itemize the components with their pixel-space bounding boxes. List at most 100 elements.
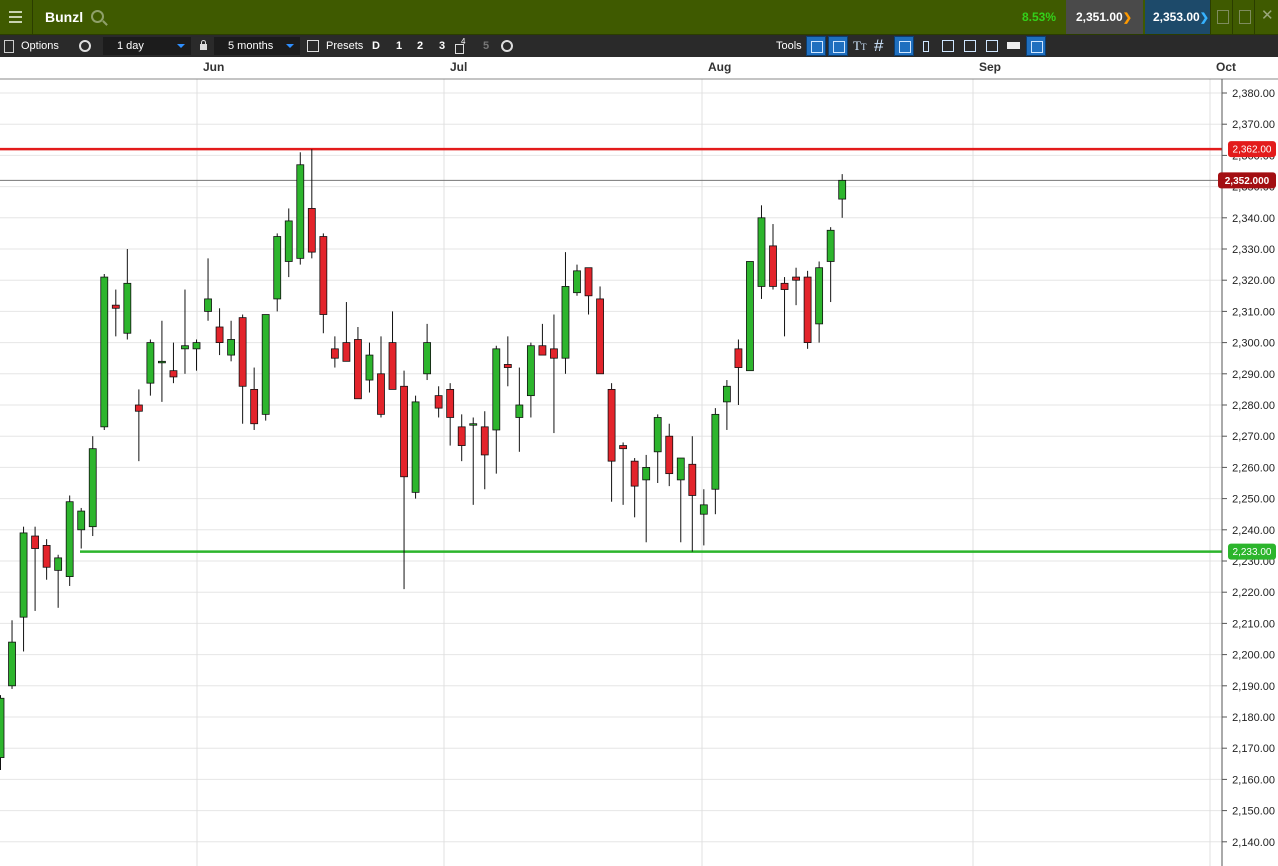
candle-up — [711, 413, 720, 490]
y-tick-label: 2,220.00 — [1232, 587, 1275, 599]
price-axis: 2,140.00 2,150.00 2,160.00 2,170.00 2,180.00… — [1221, 79, 1275, 866]
candle-up — [838, 179, 847, 200]
buy-price-button[interactable]: 2,353.00❯ — [1145, 0, 1210, 34]
candle-down — [354, 339, 362, 400]
preset-settings-gear-icon[interactable] — [501, 40, 513, 52]
candle-up — [192, 342, 201, 350]
resistance-price-label: 2,362.00 — [1233, 145, 1272, 156]
candle-up — [423, 342, 432, 375]
trendline-tool-icon[interactable] — [828, 36, 848, 56]
candle-down — [434, 395, 443, 409]
candle-down — [134, 404, 143, 412]
range-select[interactable]: 5 months — [214, 37, 300, 55]
candle-down — [780, 282, 789, 290]
up-arrow-icon: ❯ — [1199, 12, 1209, 24]
candle-up — [515, 404, 524, 418]
candle-up — [815, 267, 824, 325]
price-chart[interactable]: Jun Jul Aug Sep Oct 2,140.00 2,150.00 2,160.00… — [0, 57, 1278, 866]
candle-up — [123, 282, 132, 334]
candle-up — [0, 697, 5, 758]
month-axis: Jun Jul Aug Sep Oct — [0, 57, 1278, 80]
horizontal-lines — [0, 147, 1222, 553]
window-panel-icon[interactable] — [1210, 0, 1233, 34]
candle-down — [42, 544, 51, 568]
candle-up — [273, 236, 282, 300]
fibonacci-tool-icon[interactable] — [894, 36, 914, 56]
y-tick-label: 2,320.00 — [1232, 275, 1275, 287]
candle-up — [561, 286, 570, 359]
candle-up — [365, 354, 374, 381]
y-tick-label: 2,250.00 — [1232, 494, 1275, 506]
candle-down — [457, 426, 466, 446]
candle-up — [826, 229, 835, 262]
candle-up — [8, 641, 16, 687]
month-label: Jun — [203, 60, 224, 74]
candle-up — [158, 360, 166, 364]
candles — [0, 149, 847, 771]
options-button[interactable]: Options — [21, 35, 59, 57]
chart-toolbar: Options 1 day 5 months Presets D 1 2 3 4… — [0, 35, 1278, 58]
y-tick-label: 2,150.00 — [1232, 806, 1275, 818]
candle-down — [446, 388, 455, 418]
close-icon[interactable]: ✕ — [1254, 0, 1277, 34]
lock-icon[interactable] — [199, 35, 209, 57]
candle-down — [215, 326, 224, 344]
support-price-label: 2,233.00 — [1233, 547, 1272, 558]
search-icon[interactable] — [91, 10, 104, 23]
preset-button-4[interactable]: 4 — [454, 35, 468, 57]
notes-icon[interactable] — [4, 35, 14, 57]
back-arrow-tool-icon[interactable] — [806, 36, 826, 56]
preset-button-d[interactable]: D — [372, 35, 380, 57]
candle-down — [792, 276, 800, 281]
print-icon[interactable] — [1004, 36, 1024, 56]
candle-down — [769, 245, 777, 287]
candle-up — [653, 417, 662, 453]
y-tick-label: 2,170.00 — [1232, 743, 1275, 755]
candle-up — [411, 401, 420, 493]
indicator-tool-icon[interactable] — [960, 36, 980, 56]
candle-up — [77, 510, 86, 531]
candle-down — [238, 317, 247, 387]
y-tick-label: 2,310.00 — [1232, 306, 1275, 318]
candle-down — [803, 276, 812, 343]
interval-select[interactable]: 1 day — [103, 37, 191, 55]
candle-down — [584, 267, 593, 297]
preset-button-5[interactable]: 5 — [483, 35, 489, 57]
title-bar: Bunzl 8.53% 2,351.00❯ 2,353.00❯ ✕ — [0, 0, 1278, 35]
y-tick-label: 2,380.00 — [1232, 88, 1275, 100]
chart-settings-tool-icon[interactable] — [1026, 36, 1046, 56]
candle-down — [319, 236, 328, 315]
settings-gear-icon[interactable] — [79, 40, 91, 52]
candle-up — [19, 532, 28, 618]
menu-icon[interactable] — [0, 0, 33, 34]
candle-up — [526, 345, 535, 397]
y-tick-label: 2,190.00 — [1232, 681, 1275, 693]
month-label: Aug — [708, 60, 731, 74]
candle-up — [100, 276, 109, 428]
candle-up — [54, 557, 63, 571]
calendar-icon[interactable] — [307, 35, 319, 57]
candle-up — [261, 314, 270, 415]
label-tool-icon[interactable] — [982, 36, 1002, 56]
month-label: Sep — [979, 60, 1001, 74]
candle-down — [377, 373, 385, 415]
grid-tool-icon[interactable]: # — [872, 36, 892, 56]
interval-value: 1 day — [117, 40, 144, 52]
preset-button-1[interactable]: 1 — [396, 35, 402, 57]
candle-up — [676, 457, 685, 481]
preset-button-2[interactable]: 2 — [417, 35, 423, 57]
preset-button-3[interactable]: 3 — [439, 35, 445, 57]
month-label: Oct — [1216, 60, 1236, 74]
compare-tool-icon[interactable] — [938, 36, 958, 56]
sell-price-button[interactable]: 2,351.00❯ — [1066, 0, 1143, 34]
candle-down — [169, 370, 178, 378]
detach-window-icon[interactable] — [1232, 0, 1255, 34]
candle-down — [619, 445, 628, 450]
y-tick-label: 2,200.00 — [1232, 650, 1275, 662]
candle-tool-icon[interactable] — [916, 36, 936, 56]
text-tool-icon[interactable]: T T — [850, 36, 870, 56]
candle-up — [204, 298, 212, 312]
presets-label: Presets — [326, 40, 364, 52]
candle-up — [492, 348, 501, 431]
candle-up — [65, 501, 74, 577]
